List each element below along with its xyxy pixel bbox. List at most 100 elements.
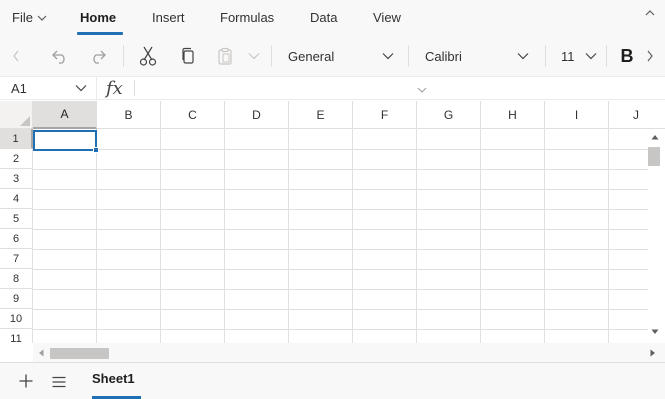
paste-options-button[interactable] (244, 36, 264, 76)
chevron-down-icon (37, 15, 47, 21)
fx-icon: fx (106, 77, 123, 99)
tab-data-label: Data (310, 10, 338, 25)
plus-icon (19, 374, 33, 388)
chevron-down-icon (585, 53, 597, 60)
gridline (288, 129, 289, 343)
chevron-down-icon (382, 53, 394, 60)
column-header-c[interactable]: C (161, 101, 225, 129)
formula-bar: A1 fx (0, 76, 665, 100)
toolbar-separator (123, 45, 124, 67)
sheet-tab-sheet1[interactable]: Sheet1 (92, 371, 135, 386)
gridline (33, 189, 648, 190)
gridline (33, 209, 648, 210)
font-name-value: Calibri (425, 48, 462, 64)
active-tab-indicator (77, 32, 123, 35)
scroll-up-icon[interactable] (651, 134, 659, 140)
redo-button[interactable] (84, 36, 112, 76)
tab-home[interactable]: Home (80, 10, 116, 25)
font-name-dropdown[interactable]: Calibri (425, 36, 529, 76)
paste-icon (218, 47, 232, 65)
sheet-list-button[interactable] (52, 375, 66, 393)
number-format-value: General (288, 48, 335, 64)
row-header-4[interactable]: 4 (0, 189, 33, 209)
scroll-right-icon[interactable] (650, 349, 656, 357)
scroll-left-icon[interactable] (38, 349, 44, 357)
tab-formulas[interactable]: Formulas (220, 10, 274, 25)
tab-view-label: View (373, 10, 401, 25)
toolbar-separator (545, 45, 546, 67)
spreadsheet-grid[interactable]: A B C D E F G H I J 1 2 3 4 5 6 7 8 9 10… (0, 101, 665, 343)
menu-file[interactable]: File (12, 10, 47, 25)
formula-bar-divider (134, 80, 135, 96)
collapse-ribbon-button[interactable] (645, 6, 655, 20)
row-header-9[interactable]: 9 (0, 289, 33, 309)
fill-handle[interactable] (93, 147, 99, 153)
row-header-2[interactable]: 2 (0, 149, 33, 169)
number-format-dropdown[interactable]: General (288, 36, 394, 76)
gridline (96, 129, 97, 343)
gridline (544, 129, 545, 343)
column-header-b[interactable]: B (97, 101, 161, 129)
row-header-10[interactable]: 10 (0, 309, 33, 329)
row-header-6[interactable]: 6 (0, 229, 33, 249)
tab-insert-label: Insert (152, 10, 185, 25)
column-header-d[interactable]: D (225, 101, 289, 129)
font-size-value: 11 (561, 48, 575, 64)
add-sheet-button[interactable] (19, 374, 33, 393)
gridline (480, 129, 481, 343)
toolbar-separator (606, 45, 607, 67)
gridline (33, 169, 648, 170)
horizontal-scrollbar[interactable] (33, 343, 665, 362)
bold-button[interactable]: B (616, 36, 638, 76)
name-box[interactable]: A1 (0, 77, 96, 99)
formula-bar-divider (96, 77, 97, 99)
column-header-g[interactable]: G (417, 101, 481, 129)
menu-bar: File Home Insert Formulas Data View (0, 0, 665, 36)
toolbar-separator (408, 45, 409, 67)
scroll-down-icon[interactable] (651, 329, 659, 335)
select-all-corner[interactable] (0, 101, 33, 129)
expand-formula-bar-button[interactable] (417, 81, 427, 99)
row-header-8[interactable]: 8 (0, 269, 33, 289)
column-header-i[interactable]: I (545, 101, 609, 129)
name-box-value: A1 (11, 80, 27, 96)
chevron-down-icon (248, 53, 260, 60)
column-header-f[interactable]: F (353, 101, 417, 129)
tab-data[interactable]: Data (310, 10, 337, 25)
chevron-up-icon (645, 10, 655, 16)
tab-insert[interactable]: Insert (152, 10, 185, 25)
horizontal-scrollbar-thumb[interactable] (50, 348, 109, 359)
gridline (160, 129, 161, 343)
column-header-e[interactable]: E (289, 101, 353, 129)
copy-button[interactable] (174, 36, 202, 76)
chevron-right-icon (647, 50, 653, 62)
paste-button[interactable] (212, 36, 238, 76)
undo-button[interactable] (46, 36, 74, 76)
active-cell-a1[interactable] (33, 130, 97, 151)
column-header-a[interactable]: A (33, 101, 97, 129)
redo-icon (93, 50, 106, 64)
tab-home-label: Home (80, 10, 117, 25)
gridline (33, 269, 648, 270)
formula-input[interactable] (140, 77, 410, 99)
column-header-j[interactable]: J (609, 101, 665, 129)
row-header-7[interactable]: 7 (0, 249, 33, 269)
ribbon-toolbar: General Calibri 11 B (0, 36, 665, 76)
vertical-scrollbar-thumb[interactable] (648, 147, 660, 166)
chevron-down-icon (517, 53, 529, 60)
row-header-3[interactable]: 3 (0, 169, 33, 189)
font-size-dropdown[interactable]: 11 (561, 36, 597, 76)
gridline (416, 129, 417, 343)
tab-view[interactable]: View (373, 10, 401, 25)
scroll-toolbar-left-button[interactable] (6, 36, 26, 76)
cut-button[interactable] (134, 36, 162, 76)
chevron-down-icon (75, 85, 87, 92)
row-header-11[interactable]: 11 (0, 329, 33, 343)
undo-icon (52, 50, 65, 64)
scroll-toolbar-right-button[interactable] (642, 36, 658, 76)
column-header-h[interactable]: H (481, 101, 545, 129)
row-header-1[interactable]: 1 (0, 129, 33, 149)
gridline (33, 229, 648, 230)
gridline (33, 249, 648, 250)
row-header-5[interactable]: 5 (0, 209, 33, 229)
